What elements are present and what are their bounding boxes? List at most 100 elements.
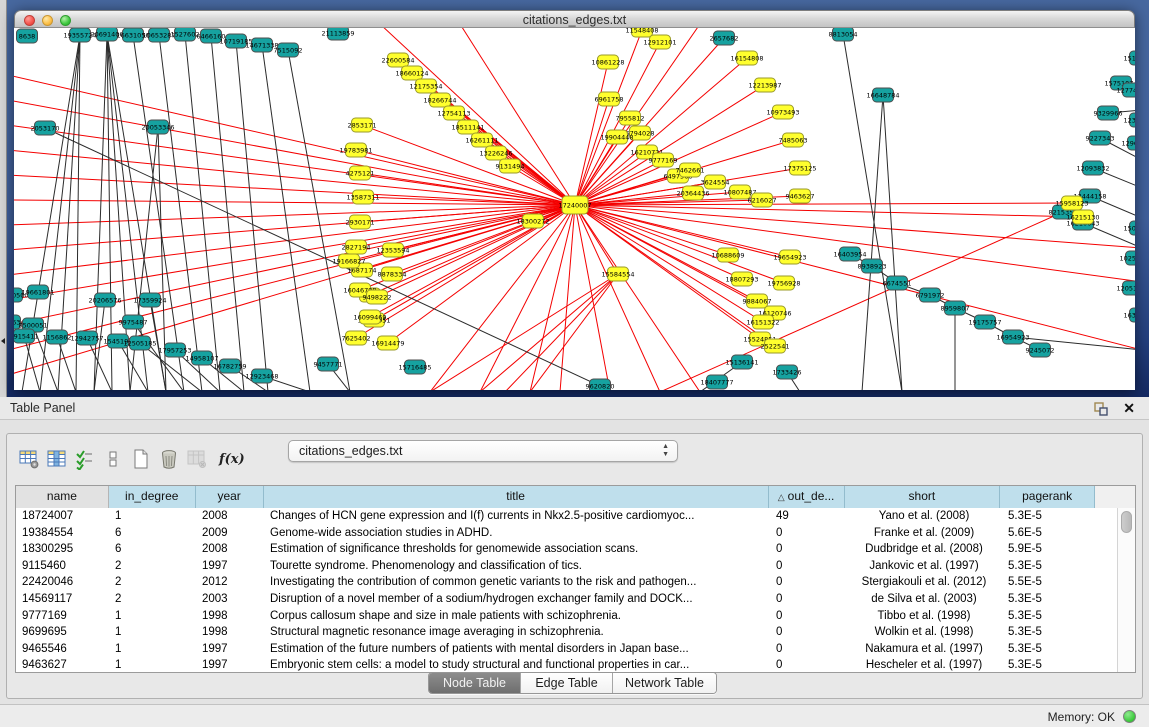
graph-node[interactable]: 18407777 [700, 375, 733, 389]
graph-node[interactable]: 12051312 [1116, 281, 1135, 295]
graph-node[interactable]: 6791972 [916, 288, 945, 302]
graph-node[interactable]: 2657682 [710, 31, 739, 45]
column-header-year[interactable]: year [196, 486, 264, 508]
function-builder-button[interactable]: f(x) [219, 452, 245, 467]
graph-node[interactable]: 7462661 [676, 163, 705, 177]
graph-node[interactable]: 9620820 [586, 379, 615, 390]
graph-node[interactable]: 7625402 [342, 331, 371, 345]
table-row[interactable]: 1872400712008Changes of HCN gene express… [16, 508, 1117, 525]
graph-node[interactable]: 15141622 [1123, 51, 1135, 65]
graph-node[interactable]: 8938923 [858, 259, 887, 273]
graph-node[interactable]: 17375125 [783, 161, 816, 175]
graph-node[interactable]: 8878334 [378, 267, 407, 281]
tab-edge-table[interactable]: Edge Table [521, 673, 613, 693]
table-row[interactable]: 946554611997Estimation of the future num… [16, 641, 1117, 658]
graph-node[interactable]: 16154808 [730, 51, 763, 65]
table-row[interactable]: 911546021997Tourette syndrome. Phenomeno… [16, 558, 1117, 575]
close-panel-icon[interactable]: ✕ [1123, 400, 1135, 416]
graph-node[interactable]: 12960745 [1121, 136, 1135, 150]
graph-node[interactable]: 10688609 [711, 248, 744, 262]
column-header-in_degree[interactable]: in_degree [109, 486, 196, 508]
graph-node[interactable]: 21113859 [321, 28, 354, 40]
graph-node[interactable]: 18660124 [395, 66, 428, 80]
graph-node[interactable]: 4275121 [346, 166, 375, 180]
graph-node[interactable]: 6216027 [748, 193, 777, 207]
graph-node[interactable]: 2827194 [342, 240, 371, 254]
expand-panel-arrow-icon[interactable] [1, 338, 5, 344]
graph-node[interactable]: 13587311 [346, 190, 379, 204]
new-table-button[interactable] [127, 446, 155, 472]
column-header-pagerank[interactable]: pagerank [1000, 486, 1095, 508]
table-vertical-scrollbar[interactable] [1117, 508, 1135, 672]
graph-node[interactable]: 16403954 [833, 247, 866, 261]
graph-node[interactable]: 9245072 [1026, 343, 1055, 357]
table-row[interactable]: 1456911722003Disruption of a novel membe… [16, 591, 1117, 608]
graph-node[interactable]: 1527602 [171, 28, 200, 41]
graph-node[interactable]: 1733426 [773, 365, 802, 379]
graph-node[interactable]: 16392812 [1123, 308, 1135, 322]
graph-node[interactable]: 6961758 [595, 92, 624, 106]
table-settings-button[interactable] [15, 446, 43, 472]
select-all-columns-button[interactable] [71, 446, 99, 472]
graph-node[interactable]: 7515092 [274, 43, 303, 57]
graph-node[interactable]: 8813054 [829, 28, 858, 41]
collapsed-control-panel[interactable] [0, 0, 7, 397]
tab-node-table[interactable]: Node Table [429, 673, 521, 693]
graph-node[interactable]: 9131494 [496, 159, 525, 173]
graph-node[interactable]: 22600584 [381, 53, 414, 67]
table-row[interactable]: 946362711997Embryonic stem cells: a mode… [16, 657, 1117, 672]
delete-table-button[interactable] [155, 446, 183, 472]
graph-node[interactable]: 10251515 [1119, 251, 1135, 265]
graph-node[interactable]: 16954923 [996, 330, 1029, 344]
graph-node[interactable]: 2053170 [31, 121, 60, 135]
graph-node[interactable]: 16914479 [371, 336, 404, 350]
graph-node[interactable]: 12213987 [748, 78, 781, 92]
graph-node[interactable]: 6674551 [883, 276, 912, 290]
graph-node[interactable]: 2930171 [346, 215, 375, 229]
graph-node[interactable]: 12339871 [1123, 113, 1135, 127]
graph-node[interactable]: 16648784 [866, 88, 899, 102]
network-window-titlebar[interactable]: citations_edges.txt [14, 10, 1135, 28]
graph-node[interactable]: 20364436 [676, 186, 709, 200]
network-canvas[interactable]: 8638193557242069140616631056106532871527… [14, 28, 1135, 390]
citation-graph[interactable]: 8638193557242069140616631056106532871527… [14, 28, 1135, 390]
table-row[interactable]: 2242004622012Investigating the contribut… [16, 574, 1117, 591]
column-header-name[interactable]: name [16, 486, 109, 508]
graph-node[interactable]: 19756928 [767, 276, 800, 290]
graph-node[interactable]: 2522541 [761, 339, 790, 353]
graph-node[interactable]: 19783981 [339, 143, 372, 157]
graph-node[interactable]: 16261111 [465, 133, 498, 147]
float-panel-icon[interactable] [1093, 401, 1109, 417]
graph-node[interactable]: 10861228 [591, 55, 624, 69]
memory-status-icon[interactable] [1123, 710, 1136, 723]
graph-node[interactable]: 9975487 [119, 315, 148, 329]
graph-node[interactable]: 15584554 [601, 267, 634, 281]
graph-node[interactable]: 1156862 [43, 330, 72, 344]
table-row[interactable]: 1830029562008Estimation of significance … [16, 541, 1117, 558]
graph-node[interactable]: 9498222 [363, 290, 392, 304]
table-row[interactable]: 969969511998Structural magnetic resonanc… [16, 624, 1117, 641]
graph-node[interactable]: 3624554 [701, 175, 730, 189]
graph-node[interactable]: 15716485 [398, 360, 431, 374]
graph-node[interactable]: 9227343 [1086, 131, 1115, 145]
graph-node[interactable]: 9463627 [786, 189, 815, 203]
show-column-button[interactable] [43, 446, 71, 472]
graph-node[interactable]: 9457771 [314, 357, 343, 371]
network-table-select[interactable]: citations_edges.txt ▲▼ [288, 440, 678, 462]
column-header-out_de[interactable]: △out_de... [769, 486, 845, 508]
column-header-title[interactable]: title [264, 486, 769, 508]
scrollbar-thumb[interactable] [1121, 511, 1132, 533]
graph-node[interactable]: 9329966 [1094, 106, 1123, 120]
graph-node[interactable]: 7955812 [616, 111, 645, 125]
tab-network-table[interactable]: Network Table [613, 673, 716, 693]
table-row[interactable]: 977716911998Corpus callosum shape and si… [16, 608, 1117, 625]
unselect-columns-button[interactable] [99, 446, 127, 472]
graph-node[interactable]: 17240007 [558, 196, 591, 214]
graph-node[interactable]: 12175354 [409, 79, 442, 93]
graph-node[interactable]: 19654923 [773, 250, 806, 264]
graph-node[interactable]: 8959807 [941, 301, 970, 315]
graph-node[interactable]: 8638 [17, 29, 38, 43]
network-view-window[interactable]: citations_edges.txt 86381935572420691406… [14, 10, 1135, 390]
graph-node[interactable]: 9777169 [649, 153, 678, 167]
graph-node[interactable]: 15136141 [725, 355, 758, 369]
